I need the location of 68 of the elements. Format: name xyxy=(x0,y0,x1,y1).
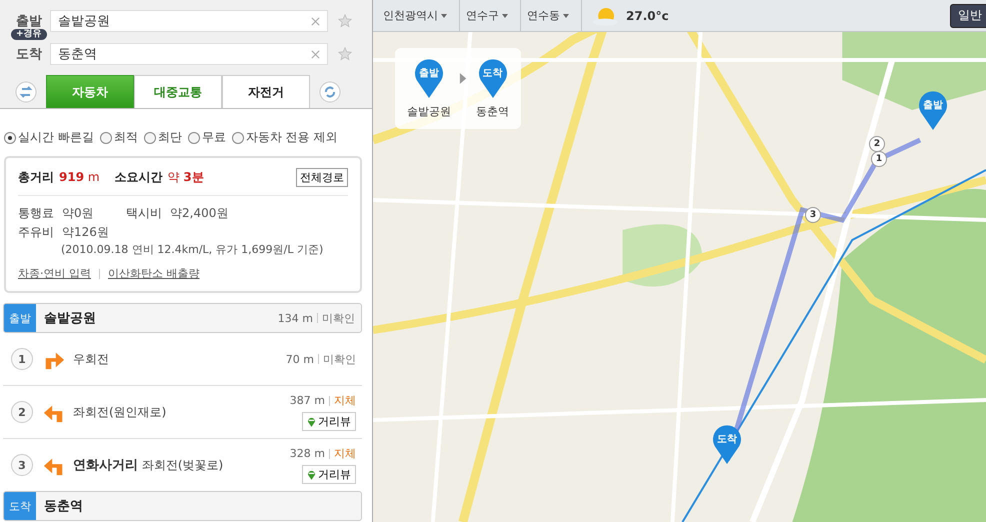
map-pin: 출발 xyxy=(414,58,444,98)
step-distance: 387 m xyxy=(290,394,325,407)
pin-icon xyxy=(307,416,316,427)
region-dropdown[interactable]: 인천광역시 xyxy=(377,0,460,31)
destination-field[interactable]: 동춘역 xyxy=(50,43,328,65)
traffic-status: 미확인 xyxy=(323,352,356,366)
summary-link[interactable]: 차종·연비 입력 xyxy=(18,266,91,281)
fuel-note: (2010.09.18 연비 12.4km/L, 유가 1,699원/L 기준) xyxy=(60,242,324,257)
distance-label: 총거리 xyxy=(18,169,54,186)
end-bar[interactable]: 도착 동춘역 xyxy=(3,491,362,521)
origin-field[interactable]: 솔밭공원 xyxy=(50,10,328,32)
time-value: 약 3분 xyxy=(168,169,204,186)
start-pin[interactable]: 출발 xyxy=(918,90,948,130)
chevron-icon xyxy=(459,72,468,85)
step-instruction: 우회전 xyxy=(73,350,110,368)
end-pin[interactable]: 도착 xyxy=(712,424,742,464)
step-distance: 134 m xyxy=(278,312,313,324)
map-type-button[interactable]: 일반 xyxy=(950,4,986,28)
clear-icon[interactable] xyxy=(311,16,320,26)
taxi-value: 약2,400원 xyxy=(170,205,228,222)
traffic-status: 미확인 xyxy=(322,310,355,326)
waypoint-button[interactable]: +경유 xyxy=(11,29,47,40)
step-distance: 70 m xyxy=(286,352,314,366)
route-option-radio[interactable]: 자동차 전용 제외 xyxy=(232,129,338,146)
origin-label: 출발 xyxy=(16,13,43,29)
step-number: 1 xyxy=(11,348,33,370)
mode-tab[interactable]: 자전거 xyxy=(222,75,310,108)
star-icon[interactable] xyxy=(338,47,352,61)
route-option-radio[interactable]: 실시간 빠른길 xyxy=(4,129,94,146)
taxi-label: 택시비 xyxy=(126,205,162,222)
start-bar[interactable]: 출발 솔밭공원 134 m 미확인 xyxy=(3,303,362,333)
temperature: 27.0°c xyxy=(626,8,669,22)
place-name: 동춘역 xyxy=(476,104,509,119)
region-dropdown[interactable]: 연수구 xyxy=(460,0,521,31)
toll-value: 약0원 xyxy=(62,205,95,222)
traffic-status: 지체 xyxy=(334,393,356,408)
distance-value: 919 m xyxy=(59,170,100,184)
step-number: 3 xyxy=(11,454,33,476)
traffic-status: 지체 xyxy=(334,446,356,461)
full-route-button[interactable]: 전체경로 xyxy=(296,168,348,187)
street-view-button[interactable]: 거리뷰 xyxy=(302,412,356,431)
end-badge: 도착 xyxy=(4,492,36,520)
pin-icon xyxy=(307,469,316,480)
step-instruction: 좌회전(원인재로) xyxy=(73,404,168,420)
route-option-radio[interactable]: 최적 xyxy=(100,129,138,146)
route-option-radio[interactable]: 최단 xyxy=(144,129,182,146)
destination-label: 도착 xyxy=(16,46,43,63)
route-option-radio[interactable]: 무료 xyxy=(188,129,226,146)
mode-tab[interactable]: 대중교통 xyxy=(134,75,222,108)
region-dropdown[interactable]: 연수동 xyxy=(521,0,582,31)
refresh-icon[interactable] xyxy=(319,81,341,103)
step-instruction: 연화사거리 좌회전(벚꽃로) xyxy=(73,457,224,474)
fuel-label: 주유비 xyxy=(18,224,54,241)
toll-label: 통행료 xyxy=(18,205,54,222)
place-name: 솔밭공원 xyxy=(407,104,451,119)
fuel-value: 약126원 xyxy=(62,224,109,241)
swap-icon[interactable] xyxy=(15,81,37,103)
map-pin: 도착 xyxy=(478,58,508,98)
street-view-button[interactable]: 거리뷰 xyxy=(302,465,356,484)
step-distance: 328 m xyxy=(290,447,325,460)
end-name: 동춘역 xyxy=(44,498,84,515)
time-label: 소요시간 xyxy=(114,169,163,186)
start-name: 솔밭공원 xyxy=(44,310,97,327)
clear-icon[interactable] xyxy=(311,50,320,58)
star-icon[interactable] xyxy=(338,14,352,28)
start-badge: 출발 xyxy=(4,304,36,332)
summary-link[interactable]: 이산화탄소 배출량 xyxy=(108,266,200,281)
step-number: 2 xyxy=(11,401,33,423)
